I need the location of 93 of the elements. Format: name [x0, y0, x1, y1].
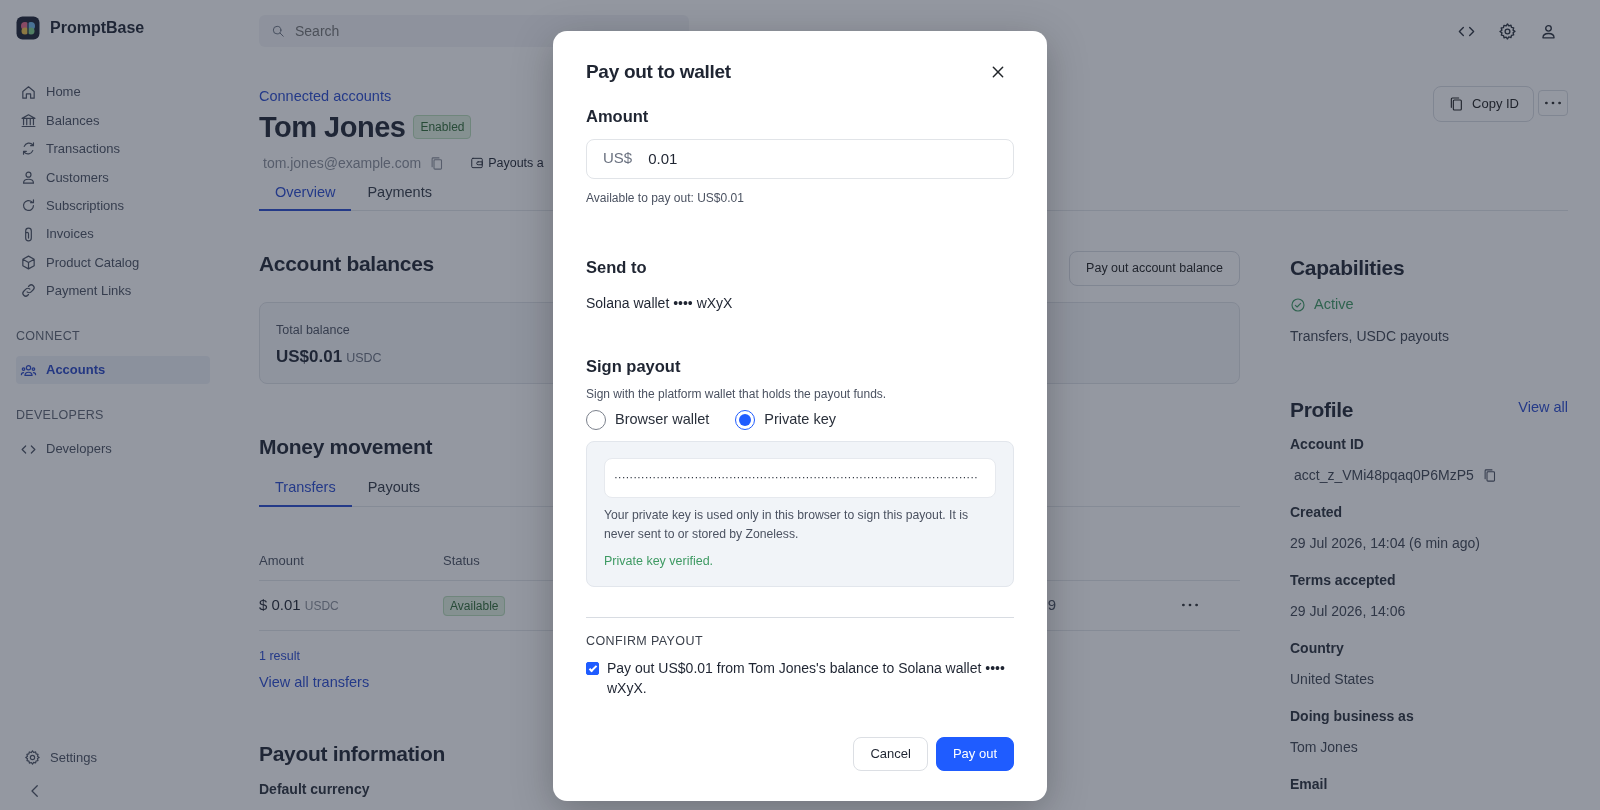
section-title: Account balances — [259, 251, 434, 277]
currency-prefix: US$ — [603, 148, 633, 169]
balance-amount: US$0.01 — [276, 345, 343, 368]
section-title: DEVELOPERS — [16, 407, 105, 425]
view-all-link[interactable]: View all — [1518, 397, 1568, 419]
section-title: Profile — [1290, 397, 1354, 423]
app-name: PromptBase — [50, 18, 145, 38]
copy-id-button[interactable]: Copy ID — [1433, 86, 1534, 122]
confirm-text: Pay out US$0.01 from Tom Jones's balance to Solana wallet •••• wXyX. — [607, 659, 1006, 699]
column-header: Amount — [259, 551, 304, 570]
verified-text: Private key verified. — [604, 552, 715, 570]
sidebar-item[interactable]: Balances — [16, 106, 210, 135]
field-value: United States — [1290, 670, 1375, 690]
link-icon — [20, 282, 37, 300]
field-label: Amount — [586, 105, 650, 127]
result-count: 1 result — [259, 648, 301, 665]
field-label: Default currency — [259, 779, 371, 799]
section-title: Payout information — [259, 741, 445, 767]
tab[interactable]: Transfers — [259, 473, 352, 507]
settings-link[interactable]: Settings — [16, 743, 210, 772]
field-value: acct_z_VMi48pqaq0P6MzP5 — [1294, 466, 1474, 486]
amount-field[interactable]: US$ 0.01 — [586, 138, 1014, 179]
email-text: tom.jones@example.com — [263, 153, 422, 173]
breadcrumb-link[interactable]: Connected accounts — [259, 86, 392, 108]
radio-option[interactable]: Private key — [735, 409, 836, 431]
copy-icon[interactable] — [1481, 468, 1497, 484]
sidebar-item[interactable]: Home — [16, 78, 210, 107]
field-label: Created — [1290, 503, 1344, 523]
wallet-icon — [470, 156, 485, 171]
status-tag: Available — [443, 596, 506, 616]
tab[interactable]: Payouts — [351, 473, 437, 507]
dialog-title: Pay out to wallet — [586, 61, 731, 84]
sidebar-item[interactable]: Developers — [16, 435, 210, 464]
field-label: Account ID — [1290, 435, 1365, 455]
wallet-text: Solana wallet •••• wXyX — [586, 294, 734, 314]
settings-icon — [24, 749, 41, 767]
settings-icon[interactable] — [1498, 21, 1517, 41]
checkbox[interactable] — [586, 662, 599, 676]
field-label: Sign payout — [586, 356, 682, 378]
more-icon — [1182, 603, 1198, 608]
capability-status: Active — [1314, 295, 1354, 315]
field-value: 29 Jul 2026, 14:06 — [1290, 602, 1406, 622]
tab[interactable]: Payments — [351, 177, 448, 212]
house-icon — [20, 83, 37, 101]
sidebar-item[interactable]: Subscriptions — [16, 191, 210, 220]
tab[interactable]: Overview — [259, 177, 352, 212]
field-label: Email — [1290, 775, 1329, 795]
balance-label: Total balance — [276, 322, 351, 340]
table-cell-text: 9 — [1046, 595, 1056, 616]
account-name: Tom Jones — [259, 109, 406, 145]
description-text: Sign with the platform wallet that holds the payout funds. — [586, 386, 888, 404]
copy-icon — [1448, 95, 1465, 112]
sidebar-item[interactable]: Transactions — [16, 134, 210, 164]
status-tag: Enabled — [413, 115, 472, 140]
payout-button[interactable]: Pay out — [935, 737, 1014, 771]
capability-text: Transfers, USDC payouts — [1290, 327, 1450, 347]
sync-icon — [20, 140, 37, 158]
field-value: Tom Jones — [1290, 738, 1358, 758]
meta-text: Payouts a — [488, 154, 544, 172]
bank-icon — [20, 112, 37, 130]
column-header: Status — [443, 551, 480, 570]
private-key-field[interactable]: ······························································································· — [604, 457, 996, 498]
table-cell-text: $ 0.01 — [259, 595, 301, 616]
more-icon — [1545, 101, 1561, 105]
sidebar-item[interactable]: Invoices — [16, 219, 210, 249]
hint-text: Available to pay out: US$0.01 — [586, 189, 745, 207]
field-label: Doing business as — [1290, 707, 1415, 727]
field-value: 29 Jul 2026, 14:04 (6 min ago) — [1290, 534, 1480, 554]
cancel-button[interactable]: Cancel — [853, 737, 928, 771]
sidebar-item[interactable]: Product Catalog — [16, 248, 210, 277]
payout-balance-button[interactable]: Pay out account balance — [1069, 251, 1240, 287]
field-label: Terms accepted — [1290, 571, 1397, 591]
radio-button[interactable] — [735, 409, 756, 430]
check-circle-icon — [1290, 297, 1306, 314]
radio-button[interactable] — [586, 409, 606, 430]
view-all-link[interactable]: View all transfers — [259, 671, 370, 694]
radio-option[interactable]: Browser wallet — [586, 409, 710, 431]
logo-icon — [16, 16, 40, 40]
field-label: Send to — [586, 256, 648, 278]
currency-code: USDC — [304, 598, 339, 616]
currency-code: USDC — [346, 349, 382, 367]
field-label: Country — [1290, 639, 1345, 659]
note-text: Your private key is used only in this browser to sign this payout. It is never sent to or stored by Zoneless. — [604, 506, 969, 543]
section-title: CONNECT — [16, 328, 81, 346]
sidebar-item[interactable]: Customers — [16, 163, 210, 192]
confirm-heading: CONFIRM PAYOUT — [586, 632, 704, 650]
sidebar-item[interactable]: Accounts — [16, 355, 210, 385]
search-icon — [271, 24, 285, 38]
sidebar-item[interactable]: Payment Links — [16, 276, 210, 306]
section-title: Capabilities — [1290, 255, 1405, 281]
section-title: Money movement — [259, 434, 433, 460]
box-icon — [20, 254, 37, 272]
row-menu-button[interactable] — [1182, 603, 1198, 608]
